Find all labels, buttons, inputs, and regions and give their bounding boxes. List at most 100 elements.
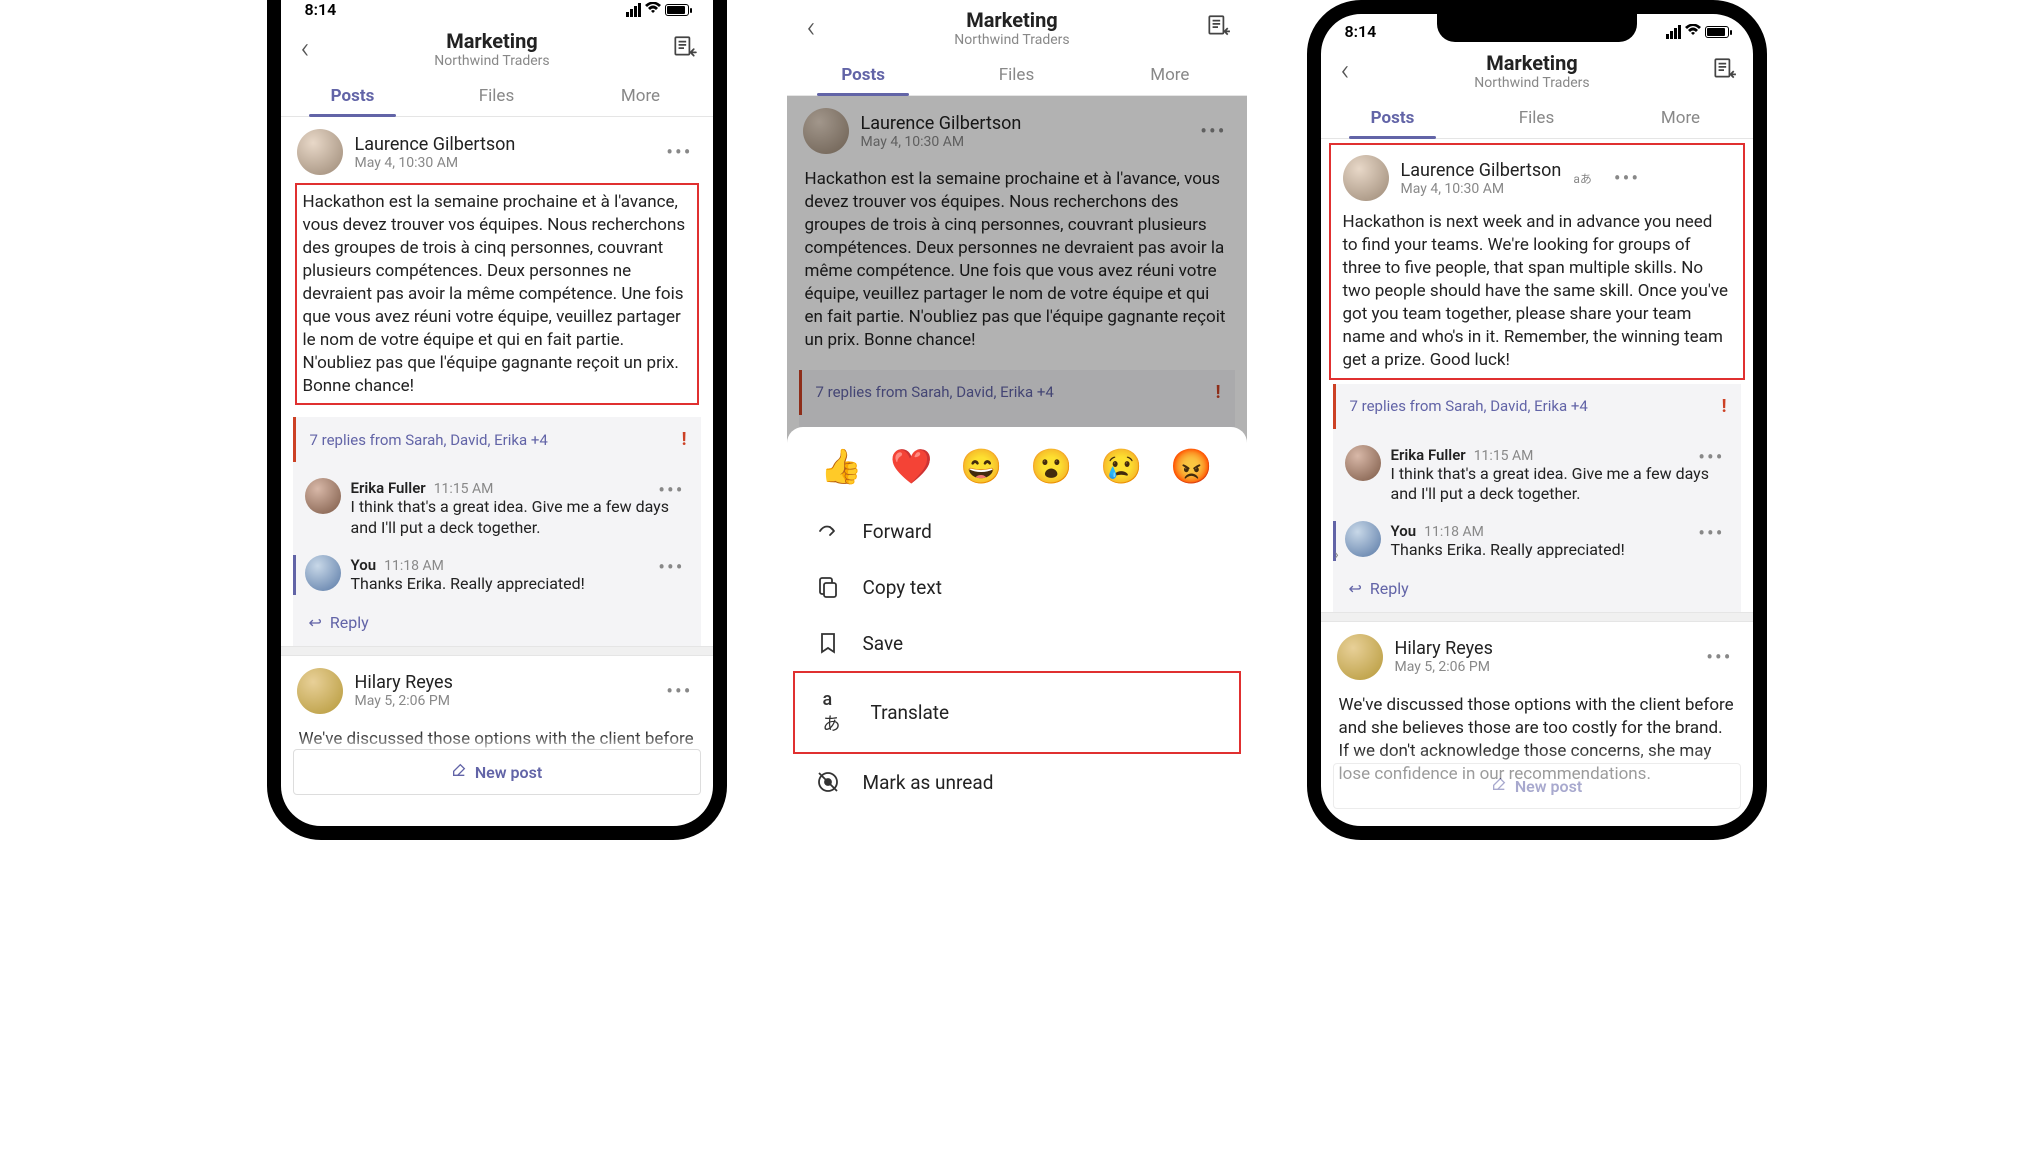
status-time: 8:14 [305, 0, 337, 19]
important-icon: ! [682, 429, 687, 450]
post-author: Laurence Gilbertson [355, 134, 516, 155]
phone-notch [1437, 14, 1637, 42]
channel-subtitle: Northwind Traders [313, 53, 670, 69]
reply-more-icon[interactable]: ••• [1694, 441, 1728, 473]
reaction-laugh[interactable]: 😄 [960, 447, 1002, 487]
bookmark-icon [815, 631, 841, 655]
reaction-surprised[interactable]: 😮 [1030, 447, 1072, 487]
compose-icon [1491, 776, 1507, 796]
reply-erika: Erika Fuller11:15 AM I think that's a gr… [1345, 437, 1729, 514]
reaction-heart[interactable]: ❤️ [890, 447, 932, 487]
reply-time: 11:18 AM [1424, 524, 1484, 540]
compose-icon [451, 762, 467, 782]
reply-text[interactable]: Thanks Erika. Really appreciated! [1391, 540, 1729, 561]
phone-2: ‹ Marketing Northwind Traders Posts File… [787, 0, 1247, 820]
action-translate[interactable]: aあ Translate [793, 671, 1241, 754]
reaction-angry[interactable]: 😡 [1170, 447, 1212, 487]
reply-more-icon[interactable]: ••• [654, 551, 688, 583]
new-post-button[interactable]: New post [1333, 763, 1741, 809]
channel-options-icon[interactable] [1205, 13, 1231, 43]
back-button[interactable]: ‹ [803, 6, 820, 49]
channel-header: ‹ Marketing Northwind Traders [787, 0, 1247, 53]
status-time: 8:14 [1345, 22, 1377, 41]
action-mark-unread[interactable]: Mark as unread [787, 754, 1247, 810]
status-bar: 8:14 [281, 0, 713, 21]
channel-options-icon[interactable] [671, 34, 697, 64]
reactions-row: 👍 ❤️ 😄 😮 😢 😡 [787, 441, 1247, 503]
tab-files[interactable]: Files [425, 74, 569, 116]
action-copy[interactable]: Copy text [787, 559, 1247, 615]
action-label: Mark as unread [863, 771, 994, 794]
action-label: Copy text [863, 576, 942, 599]
post-more-icon[interactable]: ••• [1610, 162, 1644, 194]
action-save[interactable]: Save [787, 615, 1247, 671]
action-label: Translate [871, 701, 950, 724]
tab-posts[interactable]: Posts [1321, 96, 1465, 138]
reply-text[interactable]: I think that's a great idea. Give me a f… [351, 497, 689, 539]
reply-more-icon[interactable]: ••• [654, 474, 688, 506]
avatar[interactable] [1345, 445, 1381, 481]
phone-3: 8:14 ‹ Marketing Northwind Traders Posts… [1307, 0, 1767, 840]
channel-title: Marketing [1353, 51, 1710, 75]
back-button[interactable]: ‹ [297, 27, 314, 70]
reply-author: You [351, 556, 377, 574]
reply-author: You [1391, 522, 1417, 540]
channel-subtitle: Northwind Traders [819, 32, 1204, 48]
reply-label: Reply [330, 613, 369, 632]
back-button[interactable]: ‹ [1337, 49, 1354, 92]
reaction-sad[interactable]: 😢 [1100, 447, 1142, 487]
important-icon: ! [1722, 396, 1727, 417]
post-more-icon[interactable]: ••• [662, 675, 696, 707]
action-forward[interactable]: Forward [787, 503, 1247, 559]
reaction-thumbsup[interactable]: 👍 [820, 447, 862, 487]
reply-thread: Erika Fuller11:15 AM I think that's a gr… [293, 462, 701, 645]
battery-icon [1705, 26, 1729, 38]
channel-subtitle: Northwind Traders [1353, 75, 1710, 91]
post-more-icon[interactable]: ••• [1702, 641, 1736, 673]
collapse-chevron-icon[interactable]: › [1335, 547, 1339, 563]
tab-files[interactable]: Files [1465, 96, 1609, 138]
forward-icon [815, 519, 841, 543]
reply-button[interactable]: ↩ Reply [1345, 569, 1729, 608]
avatar[interactable] [1337, 634, 1383, 680]
post-timestamp: May 5, 2:06 PM [1395, 659, 1493, 675]
post-more-icon[interactable]: ••• [662, 136, 696, 168]
reply-you: You11:18 AM Thanks Erika. Really appreci… [305, 547, 689, 603]
channel-title: Marketing [819, 8, 1204, 32]
own-message-marker [293, 555, 296, 595]
tab-more[interactable]: More [569, 74, 713, 116]
replies-summary[interactable]: 7 replies from Sarah, David, Erika +4 ! [293, 417, 701, 462]
reply-label: Reply [1370, 579, 1409, 598]
divider [1321, 612, 1753, 622]
new-post-button[interactable]: New post [293, 749, 701, 795]
avatar[interactable] [297, 668, 343, 714]
post-laurence: Laurence Gilbertson May 4, 10:30 AM ••• … [281, 117, 713, 413]
tabs: Posts Files More [787, 53, 1247, 96]
post-body[interactable]: Hackathon is next week and in advance yo… [1343, 209, 1731, 372]
reply-arrow-icon: ↩ [1349, 579, 1362, 598]
post-laurence-translated: Laurence Gilbertson May 4, 10:30 AM aあ •… [1329, 143, 1745, 380]
phone-1: 8:14 ‹ Marketing Northwind Traders Posts… [267, 0, 727, 840]
replies-summary[interactable]: 7 replies from Sarah, David, Erika +4 ! [1333, 384, 1741, 429]
status-icons [1666, 24, 1729, 40]
tab-posts[interactable]: Posts [281, 74, 425, 116]
reply-button[interactable]: ↩ Reply [305, 603, 689, 642]
reply-more-icon[interactable]: ••• [1694, 517, 1728, 549]
reply-text[interactable]: I think that's a great idea. Give me a f… [1391, 464, 1729, 506]
tab-files[interactable]: Files [940, 53, 1093, 95]
signal-icon [626, 3, 641, 17]
tab-more[interactable]: More [1093, 53, 1246, 95]
avatar[interactable] [1343, 155, 1389, 201]
signal-icon [1666, 25, 1681, 39]
translated-badge-icon: aあ [1573, 170, 1592, 187]
avatar[interactable] [297, 129, 343, 175]
post-body[interactable]: Hackathon est la semaine prochaine et à … [295, 183, 699, 405]
avatar[interactable] [305, 478, 341, 514]
reply-text[interactable]: Thanks Erika. Really appreciated! [351, 574, 689, 595]
avatar[interactable] [1345, 521, 1381, 557]
avatar[interactable] [305, 555, 341, 591]
tab-posts[interactable]: Posts [787, 53, 940, 95]
channel-options-icon[interactable] [1711, 56, 1737, 86]
tab-more[interactable]: More [1609, 96, 1753, 138]
reply-time: 11:15 AM [434, 481, 494, 497]
